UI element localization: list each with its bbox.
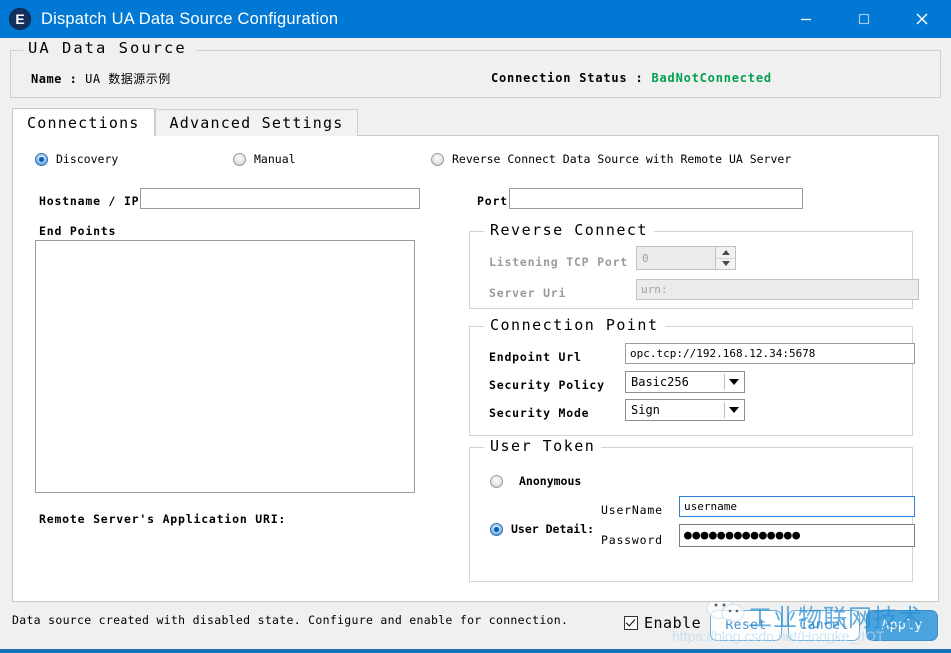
data-source-name-value: UA 数据源示例 xyxy=(85,72,171,86)
ua-data-source-group-title: UA Data Source xyxy=(23,39,192,57)
security-policy-label: Security Policy xyxy=(489,378,605,392)
reset-button[interactable]: Reset xyxy=(710,610,782,641)
listening-tcp-port-label: Listening TCP Port xyxy=(489,255,629,269)
radio-user-detail-label: User Detail: xyxy=(511,522,595,536)
radio-anonymous[interactable]: Anonymous xyxy=(490,474,581,488)
group-border-right xyxy=(196,50,940,51)
server-uri-input[interactable]: urn: xyxy=(636,279,919,300)
security-mode-label: Security Mode xyxy=(489,406,590,420)
minimize-icon xyxy=(801,18,811,21)
connection-point-group-title: Connection Point xyxy=(484,316,665,334)
title-bar: E Dispatch UA Data Source Configuration xyxy=(0,0,951,38)
user-token-group-title: User Token xyxy=(484,437,602,455)
security-mode-select[interactable]: Sign xyxy=(625,399,745,421)
listening-tcp-port-spinner[interactable]: 0 xyxy=(636,246,736,270)
window-title: Dispatch UA Data Source Configuration xyxy=(41,9,339,28)
connection-status-label: Connection Status : xyxy=(491,71,644,85)
endpoint-url-label: Endpoint Url xyxy=(489,350,582,364)
endpoints-listbox[interactable] xyxy=(35,240,415,493)
port-input[interactable] xyxy=(509,188,803,209)
data-source-name-row: Name : UA 数据源示例 xyxy=(31,70,171,87)
app-icon: E xyxy=(9,8,31,30)
radio-discovery-indicator[interactable] xyxy=(35,152,48,166)
apply-button[interactable]: Apply xyxy=(866,610,938,641)
remote-server-uri-label: Remote Server's Application URI: xyxy=(39,512,287,526)
spinner-down-icon[interactable] xyxy=(716,257,735,269)
radio-manual[interactable]: Manual xyxy=(233,152,296,166)
radio-discovery[interactable]: Discovery xyxy=(35,152,118,166)
server-uri-label: Server Uri xyxy=(489,286,567,300)
tab-connections[interactable]: Connections xyxy=(12,108,155,136)
maximize-button[interactable] xyxy=(835,0,893,38)
group-border-left xyxy=(11,50,23,51)
reverse-connect-group-title: Reverse Connect xyxy=(484,221,654,239)
security-mode-value: Sign xyxy=(631,403,660,417)
tab-advanced-settings[interactable]: Advanced Settings xyxy=(154,109,359,136)
close-button[interactable] xyxy=(893,0,951,38)
chevron-down-icon[interactable] xyxy=(724,374,742,390)
reverse-connect-group: Reverse Connect Listening TCP Port 0 Ser… xyxy=(469,221,919,309)
enable-checkbox[interactable] xyxy=(624,616,638,630)
radio-discovery-label: Discovery xyxy=(56,152,119,166)
user-token-group: User Token Anonymous User Detail: UserNa… xyxy=(469,437,915,582)
minimize-button[interactable] xyxy=(777,0,835,38)
endpoints-label: End Points xyxy=(39,224,117,238)
enable-label: Enable xyxy=(644,614,702,632)
spinner-buttons[interactable] xyxy=(715,247,735,269)
password-input[interactable]: ●●●●●●●●●●●●●● xyxy=(679,524,915,547)
radio-reverse-connect-label: Reverse Connect Data Source with Remote … xyxy=(452,152,792,166)
username-label: UserName xyxy=(601,503,663,517)
connections-tab-panel: Discovery Manual Reverse Connect Data So… xyxy=(12,135,939,602)
radio-reverse-connect[interactable]: Reverse Connect Data Source with Remote … xyxy=(431,152,791,166)
radio-anonymous-label: Anonymous xyxy=(519,474,582,488)
data-source-name-label: Name : xyxy=(31,72,78,86)
hostname-label: Hostname / IP xyxy=(39,194,140,208)
cancel-button[interactable]: Cancel xyxy=(788,610,860,641)
enable-checkbox-wrap[interactable]: Enable xyxy=(624,614,701,632)
connection-status-value: BadNotConnected xyxy=(651,71,772,85)
connection-status-row: Connection Status : BadNotConnected xyxy=(491,71,772,85)
connection-point-group: Connection Point Endpoint Url opc.tcp://… xyxy=(469,316,915,436)
radio-user-detail-indicator[interactable] xyxy=(490,522,503,536)
spinner-up-icon[interactable] xyxy=(716,247,735,258)
radio-manual-label: Manual xyxy=(254,152,296,166)
chevron-down-icon[interactable] xyxy=(724,402,742,418)
radio-anonymous-indicator[interactable] xyxy=(490,474,503,488)
endpoint-url-input[interactable]: opc.tcp://192.168.12.34:5678 xyxy=(625,343,915,364)
window-controls xyxy=(777,0,951,38)
ua-data-source-group: UA Data Source Name : UA 数据源示例 Connectio… xyxy=(10,39,941,98)
close-icon xyxy=(916,13,928,25)
tab-bar: Connections Advanced Settings xyxy=(12,108,359,136)
radio-reverse-connect-indicator[interactable] xyxy=(431,152,444,166)
radio-manual-indicator[interactable] xyxy=(233,152,246,166)
port-label: Port xyxy=(477,194,508,208)
bottom-accent-bar xyxy=(0,649,951,653)
hostname-input[interactable] xyxy=(140,188,420,209)
security-policy-value: Basic256 xyxy=(631,375,689,389)
application-window: E Dispatch UA Data Source Configuration xyxy=(0,0,951,653)
username-input[interactable]: username xyxy=(679,496,915,517)
password-label: Password xyxy=(601,533,663,547)
maximize-icon xyxy=(858,13,870,25)
security-policy-select[interactable]: Basic256 xyxy=(625,371,745,393)
radio-user-detail[interactable]: User Detail: xyxy=(490,522,594,536)
listening-tcp-port-value[interactable]: 0 xyxy=(637,247,715,269)
status-message: Data source created with disabled state.… xyxy=(12,613,569,627)
